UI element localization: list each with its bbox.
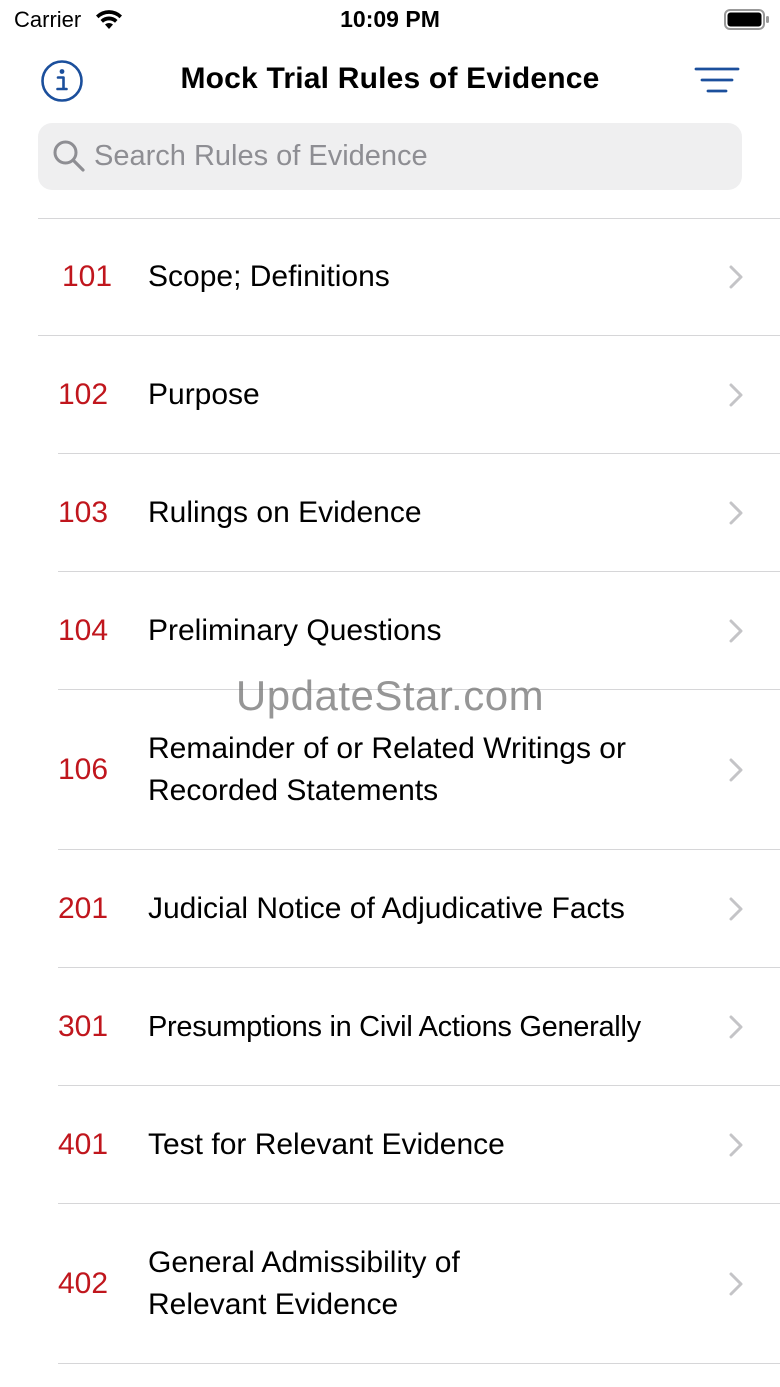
watermark: UpdateStar.com (235, 672, 545, 719)
chevron-right-icon (729, 897, 743, 920)
list-item[interactable]: 103 Rulings on Evidence (58, 454, 780, 572)
chevron-right-icon (729, 619, 743, 642)
chevron-right-icon (729, 383, 743, 406)
rule-number: 103 (58, 495, 109, 529)
rule-title: Test for Relevant Evidence (148, 1127, 505, 1161)
rule-number: 402 (58, 1266, 109, 1300)
rules-list: 101 Scope; Definitions 102 Purpose 103 R… (38, 218, 780, 1364)
rule-number: 201 (58, 891, 109, 925)
filter-lines-icon (694, 67, 740, 93)
clock: 10:09 PM (340, 6, 440, 32)
rule-title: Scope; Definitions (148, 260, 390, 293)
list-item[interactable]: 402 General Admissibility of Relevant Ev… (58, 1204, 780, 1364)
list-item[interactable]: 102 Purpose (58, 336, 780, 454)
page-title: Mock Trial Rules of Evidence (180, 62, 600, 95)
status-bar: Carrier 10:09 PM (0, 0, 780, 40)
nav-bar: Mock Trial Rules of Evidence (0, 52, 780, 108)
rule-number: 102 (58, 377, 109, 411)
chevron-right-icon (729, 501, 743, 524)
rule-title: Preliminary Questions (148, 613, 442, 647)
search-icon (53, 140, 85, 172)
rule-title: Judicial Notice of Adjudicative Facts (148, 891, 625, 925)
rule-title: Purpose (148, 377, 260, 411)
list-item[interactable]: 301 Presumptions in Civil Actions Genera… (58, 968, 780, 1086)
rule-number: 101 (62, 260, 113, 293)
list-item[interactable]: 201 Judicial Notice of Adjudicative Fact… (58, 850, 780, 968)
filter-button[interactable] (694, 64, 740, 98)
chevron-right-icon (729, 1133, 743, 1156)
search-input[interactable] (94, 123, 724, 190)
search-bar[interactable] (38, 123, 742, 190)
rule-title: Presumptions in Civil Actions Generally (148, 1010, 641, 1043)
chevron-right-icon (729, 265, 743, 289)
battery-icon (724, 9, 769, 30)
chevron-right-icon (729, 1015, 743, 1038)
list-item[interactable]: 401 Test for Relevant Evidence (58, 1086, 780, 1204)
rule-title: Rulings on Evidence (148, 495, 422, 529)
list-item[interactable]: 101 Scope; Definitions (38, 219, 780, 336)
rule-number: 104 (58, 613, 109, 647)
chevron-right-icon (729, 758, 743, 781)
rule-title: Remainder of or Related Writings or Reco… (148, 731, 626, 807)
rule-number: 106 (58, 752, 109, 786)
rule-number: 401 (58, 1127, 109, 1161)
chevron-right-icon (729, 1272, 743, 1295)
screen: Carrier 10:09 PM Mock Trial Rules of Evi… (0, 0, 780, 1387)
rule-number: 301 (58, 1009, 109, 1043)
rule-title: General Admissibility of Relevant Eviden… (148, 1245, 460, 1321)
